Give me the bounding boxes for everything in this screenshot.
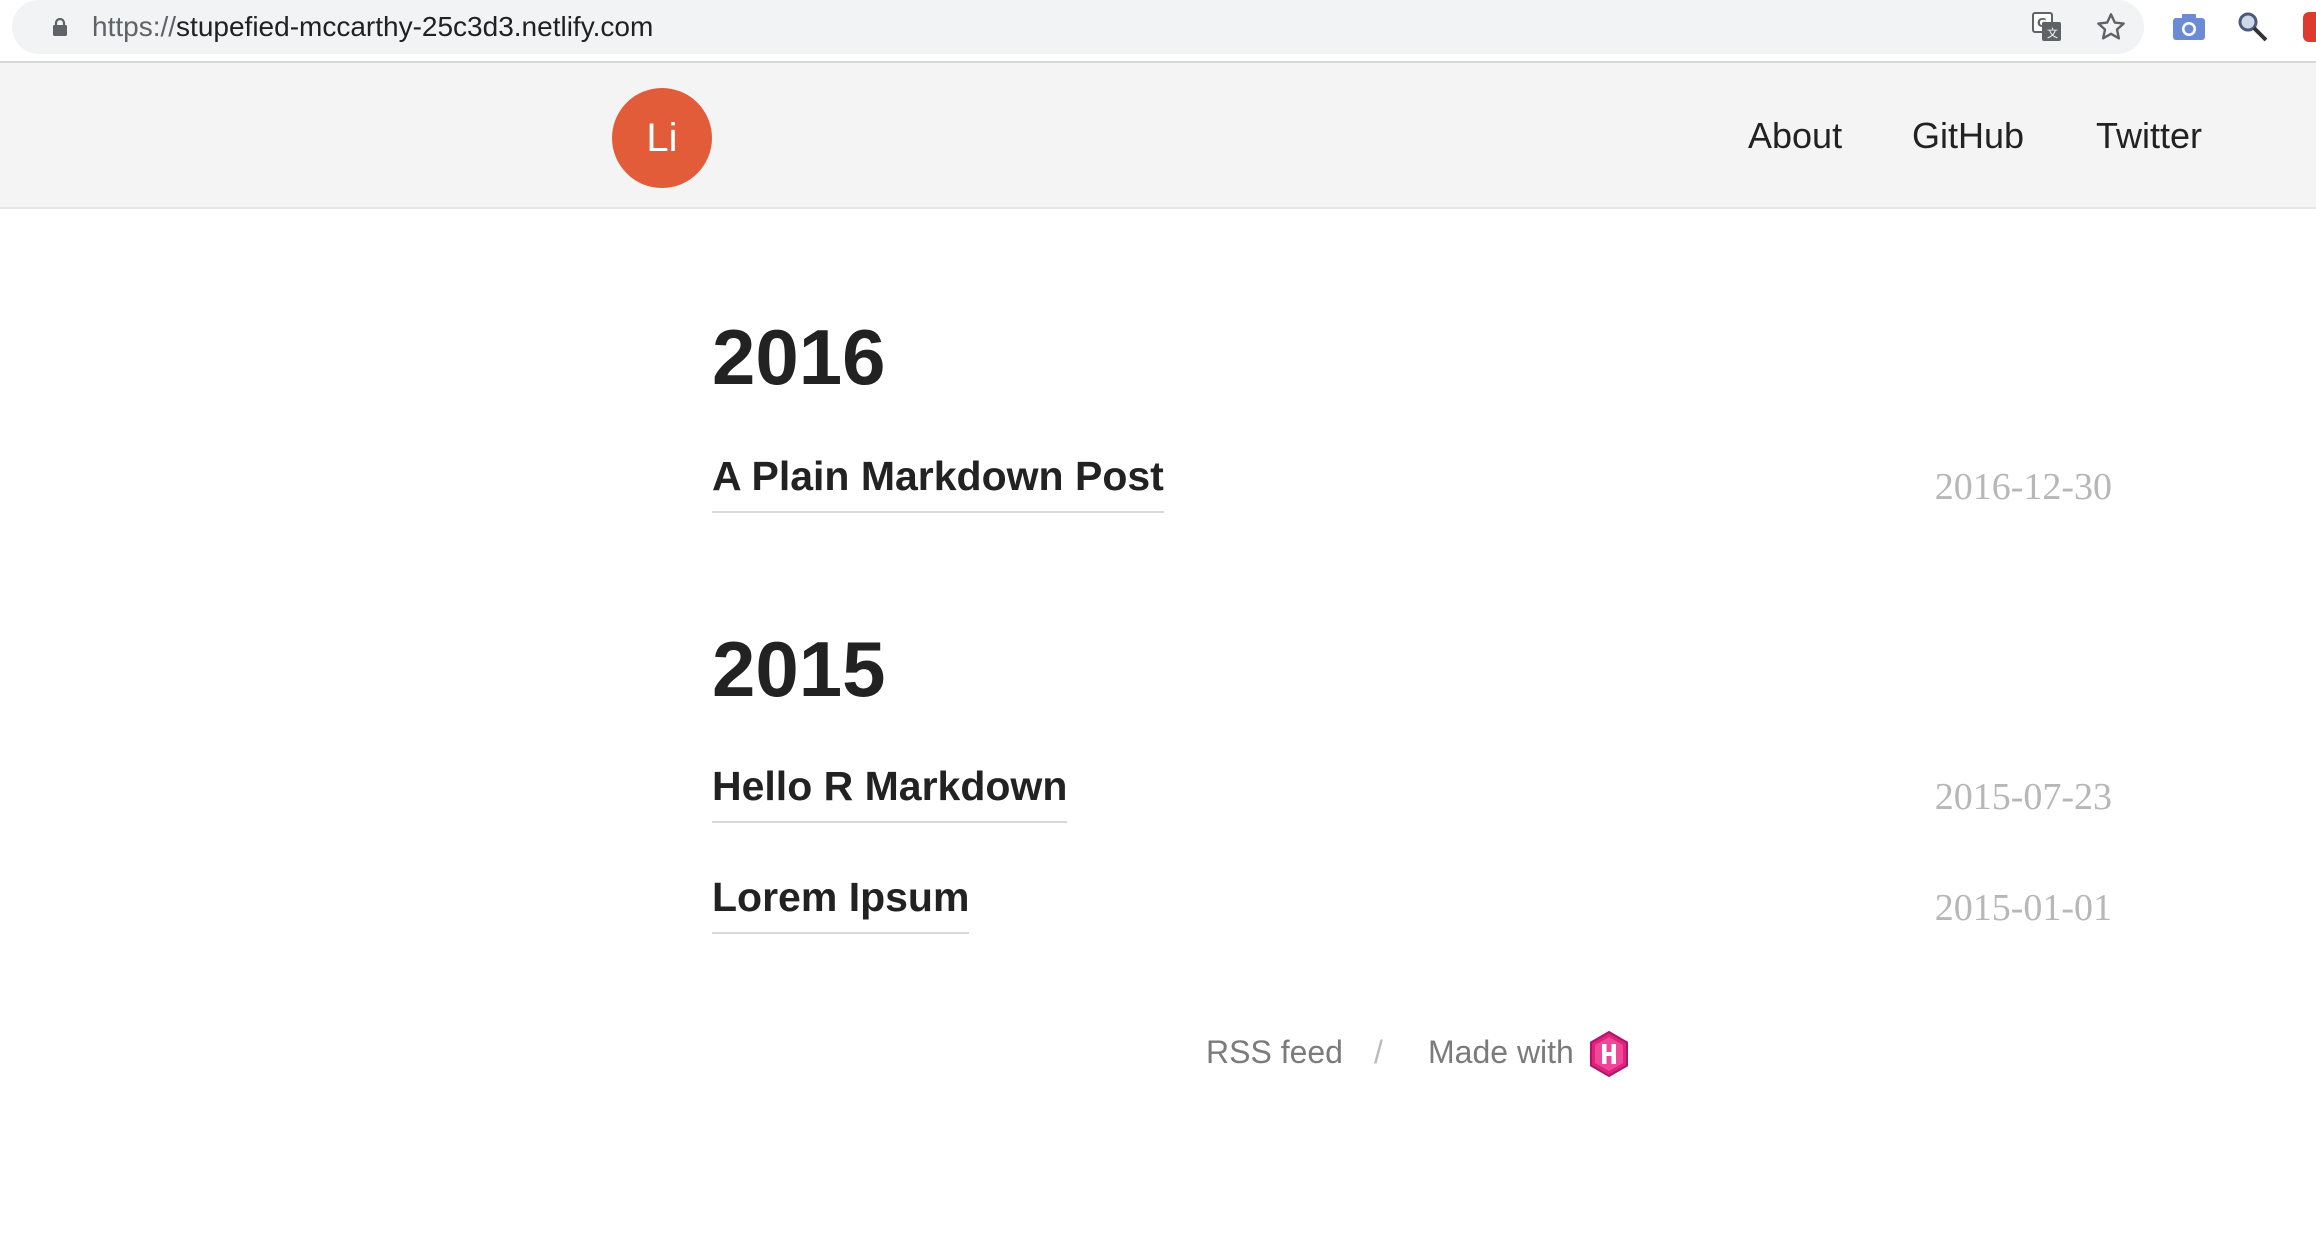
nav-about[interactable]: About xyxy=(1748,63,1842,209)
browser-toolbar: https://stupefied-mccarthy-25c3d3.netlif… xyxy=(0,0,2316,63)
rss-feed-link[interactable]: RSS feed xyxy=(1206,1034,1343,1071)
bookmark-star-icon[interactable] xyxy=(2094,10,2128,44)
post-link[interactable]: Hello R Markdown xyxy=(712,766,1068,823)
svg-text:文: 文 xyxy=(2047,26,2058,40)
lock-icon[interactable] xyxy=(52,18,68,36)
post-link[interactable]: Lorem Ipsum xyxy=(712,877,970,934)
post-date: 2015-01-01 xyxy=(1934,887,2112,929)
address-bar[interactable]: https://stupefied-mccarthy-25c3d3.netlif… xyxy=(12,0,2144,54)
url-scheme: https:// xyxy=(92,11,177,42)
search-extension-icon[interactable] xyxy=(2236,10,2270,44)
post-link[interactable]: A Plain Markdown Post xyxy=(712,456,1164,513)
extension-icon[interactable] xyxy=(2296,10,2316,44)
footer-separator: / xyxy=(1374,1034,1383,1070)
post-date: 2015-07-23 xyxy=(1934,776,2112,818)
made-with-label: Made with xyxy=(1428,1034,1574,1070)
url-host: stupefied-mccarthy-25c3d3.netlify.com xyxy=(176,11,654,42)
site-header: Li About GitHub Twitter xyxy=(0,63,2316,209)
hugo-logo-icon[interactable] xyxy=(1588,1030,1630,1078)
site-footer: RSS feed / Made with xyxy=(0,1030,2316,1080)
site-logo[interactable]: Li xyxy=(612,88,712,188)
translate-icon[interactable]: G 文 xyxy=(2030,10,2064,44)
year-heading-2015: 2015 xyxy=(712,625,886,713)
post-date: 2016-12-30 xyxy=(1934,466,2112,508)
nav-github[interactable]: GitHub xyxy=(1912,63,2024,209)
nav-twitter[interactable]: Twitter xyxy=(2096,63,2202,209)
url-text[interactable]: https://stupefied-mccarthy-25c3d3.netlif… xyxy=(92,0,653,54)
svg-text:G: G xyxy=(2037,16,2047,30)
year-heading-2016: 2016 xyxy=(712,313,886,401)
camera-extension-icon[interactable] xyxy=(2172,10,2206,44)
